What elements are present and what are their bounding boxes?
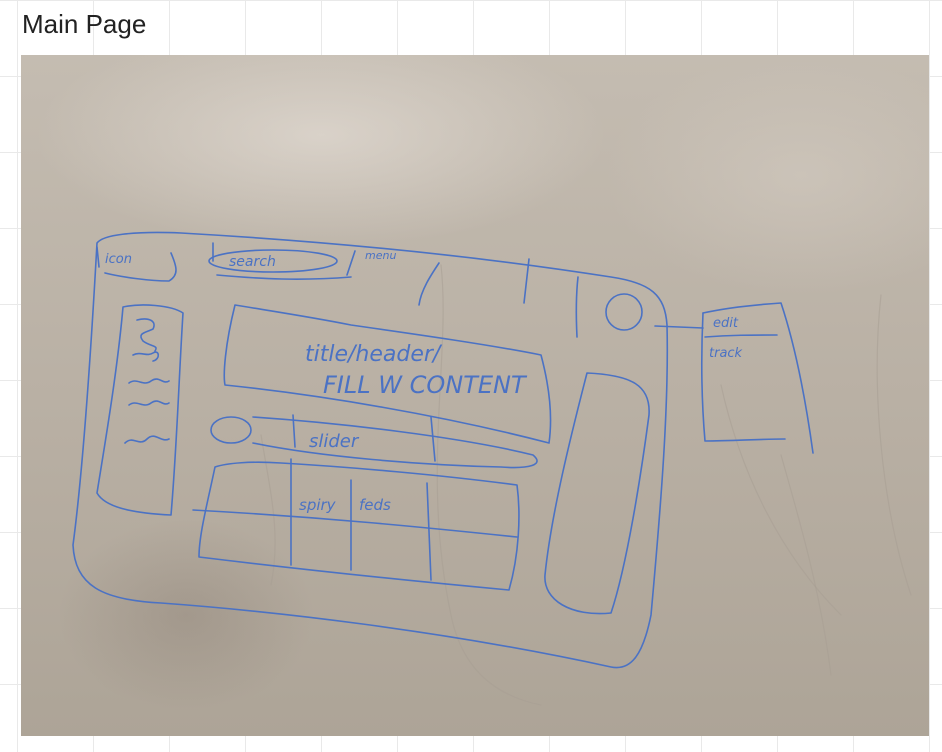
profile-avatar-icon[interactable] [605, 293, 643, 331]
left-nav-rail[interactable] [96, 304, 184, 516]
frame-title: Main Page [22, 9, 147, 39]
dropdown-track[interactable]: track [709, 346, 743, 361]
nav-item-icon[interactable] [132, 351, 160, 362]
profile-dropdown[interactable]: edit track [700, 302, 814, 454]
content-row[interactable]: spiry feds [192, 458, 520, 591]
right-side-card[interactable] [544, 372, 650, 615]
avatar-connector [654, 325, 704, 329]
dropdown-edit[interactable]: edit [713, 316, 739, 331]
tab-spiry[interactable]: spiry [299, 496, 337, 514]
nav-item-icon[interactable] [124, 435, 170, 444]
nav-item-icon[interactable] [128, 378, 170, 384]
nav-item-icon[interactable] [128, 400, 170, 406]
search-box[interactable]: search [208, 242, 352, 280]
menu-label: menu [365, 249, 396, 262]
eraser-marks [260, 264, 912, 706]
hero-content-area: title/header/ FILL W CONTENT [223, 304, 552, 444]
hero-title: title/header/ [305, 342, 443, 367]
header-divider [523, 258, 530, 304]
slider-dot-icon[interactable] [210, 416, 252, 444]
menu-item[interactable]: menu [346, 249, 396, 276]
header-icon-label: icon [105, 252, 132, 267]
slider-label: slider [309, 431, 360, 452]
header-divider [418, 262, 440, 306]
nav-item-icon[interactable] [136, 318, 157, 352]
slider-row[interactable]: slider [210, 414, 538, 469]
header-divider [575, 276, 579, 338]
app-frame-outline [72, 231, 669, 669]
header-icon-area[interactable]: icon [96, 246, 177, 282]
whiteboard-photo: icon search menu title/header/ FILL W CO… [21, 55, 929, 736]
search-label: search [229, 254, 276, 270]
wireframe-sketch: icon search menu title/header/ FILL W CO… [72, 231, 912, 706]
hero-subtitle: FILL W CONTENT [323, 371, 528, 399]
tab-feds[interactable]: feds [359, 496, 391, 514]
